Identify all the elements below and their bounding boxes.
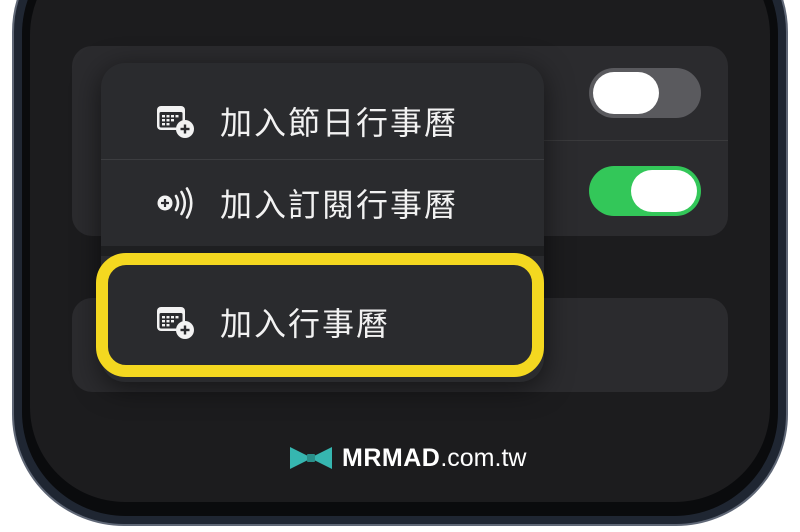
bowtie-logo-icon xyxy=(290,447,332,469)
highlight-annotation-box xyxy=(96,253,544,377)
menu-divider xyxy=(101,159,544,160)
subscribe-broadcast-icon xyxy=(157,187,193,219)
watermark: MRMAD .com.tw xyxy=(288,441,526,475)
menu-item-add-subscribed-calendar[interactable]: 加入訂閱行事曆 xyxy=(101,164,544,242)
toggle-knob xyxy=(631,170,697,212)
menu-item-add-holiday-calendar[interactable]: 加入節日行事曆 xyxy=(101,82,544,160)
toggle-switch-off[interactable] xyxy=(589,68,701,118)
calendar-add-icon xyxy=(157,106,194,138)
watermark-domain: .com.tw xyxy=(440,443,527,472)
toggle-switch-on[interactable] xyxy=(589,166,701,216)
toggle-knob xyxy=(593,72,659,114)
menu-item-label: 加入訂閱行事曆 xyxy=(220,186,459,224)
menu-item-label: 加入節日行事曆 xyxy=(220,104,459,142)
watermark-brand: MRMAD xyxy=(342,443,441,472)
